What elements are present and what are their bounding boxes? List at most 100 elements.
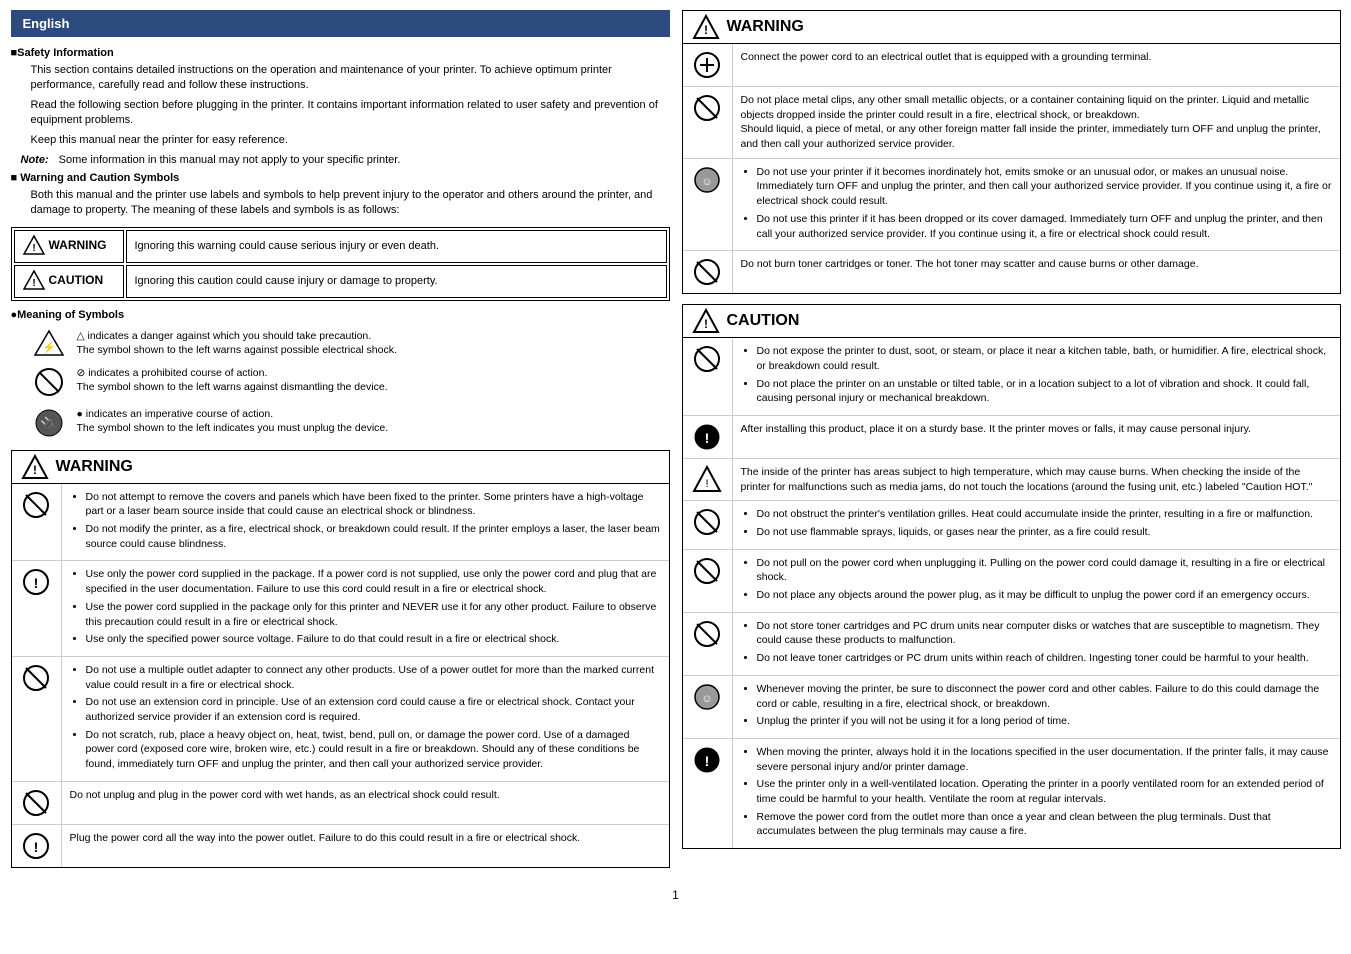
right-caution-header: ! CAUTION <box>683 305 1340 338</box>
svg-text:!: ! <box>32 243 35 254</box>
right-column: ! WARNING Connect the power cord t <box>682 10 1341 878</box>
safety-p3: Keep this manual near the printer for ea… <box>31 133 670 148</box>
warning-caution-title: ■ Warning and Caution Symbols <box>11 172 670 184</box>
meaning-text1-circle: ⊘ indicates a prohibited course of actio… <box>77 366 670 381</box>
svg-text:!: ! <box>705 478 708 490</box>
right-caution-box: ! CAUTION Do not expose the printe <box>682 304 1341 849</box>
svg-text:!: ! <box>34 575 39 591</box>
meaning-text1-filled: ● indicates an imperative course of acti… <box>77 407 670 422</box>
right-warn-text-0: Connect the power cord to an electrical … <box>733 44 1340 86</box>
left-warning-box-header: ! WARNING <box>12 451 669 484</box>
caution-face-icon-6: ☺ <box>692 682 722 712</box>
caution-item-3-0: Do not obstruct the printer's ventilatio… <box>757 507 1332 522</box>
caution-row-0: Do not expose the printer to dust, soot,… <box>683 338 1340 416</box>
caution-item-7-1: Use the printer only in a well-ventilate… <box>757 777 1332 806</box>
warn-excl-icon-4: ! <box>21 831 51 861</box>
right-warning-box-body: Connect the power cord to an electrical … <box>683 44 1340 293</box>
warn-text-4: Plug the power cord all the way into the… <box>62 825 669 867</box>
meaning-text-triangle: △ indicates a danger against which you s… <box>77 329 670 358</box>
right-warn-icon-3 <box>683 251 733 293</box>
caution-icon-2: ! <box>683 459 733 500</box>
page-container: English ■Safety Information This section… <box>11 10 1341 878</box>
svg-text:☺: ☺ <box>701 176 712 188</box>
triangle-warning-icon: ! <box>23 235 45 255</box>
caution-item-4-1: Do not place any objects around the powe… <box>757 588 1332 603</box>
warning-header-icon: ! <box>22 455 48 479</box>
right-circle-slash-icon-1 <box>692 93 722 123</box>
caution-excl-black-7: ! <box>692 745 722 775</box>
symbols-table: ! WARNING Ignoring this warning could ca… <box>11 227 670 301</box>
right-warn-text-1: Do not place metal clips, any other smal… <box>733 87 1340 158</box>
warn-circle-slash-icon-3 <box>21 788 51 818</box>
filled-circle-meaning-icon: 🔌 <box>31 407 67 442</box>
meaning-section: ⚡ △ indicates a danger against which you… <box>11 329 670 442</box>
warn-item-1-1: Use the power cord supplied in the packa… <box>86 600 661 629</box>
warn-icon-0 <box>12 484 62 561</box>
english-title: English <box>23 16 70 31</box>
caution-list-6: Whenever moving the printer, be sure to … <box>741 682 1332 729</box>
right-warn-row-0: Connect the power cord to an electrical … <box>683 44 1340 87</box>
caution-item-4-0: Do not pull on the power cord when unplu… <box>757 556 1332 585</box>
caution-row-4: Do not pull on the power cord when unplu… <box>683 550 1340 613</box>
caution-text-7: When moving the printer, always hold it … <box>733 739 1340 848</box>
caution-row-6: ☺ Whenever moving the printer, be sure t… <box>683 676 1340 739</box>
caution-icon-3 <box>683 501 733 548</box>
warn-icon-4: ! <box>12 825 62 867</box>
caution-text-4: Do not pull on the power cord when unplu… <box>733 550 1340 612</box>
warn-icon-3 <box>12 782 62 824</box>
right-warn-item-2-1: Do not use this printer if it has been d… <box>757 212 1332 241</box>
warning-caution-desc: Both this manual and the printer use lab… <box>11 188 670 219</box>
note-label: Note: <box>21 154 49 166</box>
svg-text:!: ! <box>705 753 710 769</box>
meaning-row-triangle: ⚡ △ indicates a danger against which you… <box>31 329 670 360</box>
warn-text-1: Use only the power cord supplied in the … <box>62 561 669 655</box>
warn-circle-slash-icon-0 <box>21 490 51 520</box>
caution-text-5: Do not store toner cartridges and PC dru… <box>733 613 1340 675</box>
caution-list-4: Do not pull on the power cord when unplu… <box>741 556 1332 603</box>
right-warn-row-2: ☺ Do not use your printer if it becomes … <box>683 159 1340 251</box>
caution-item-3-1: Do not use flammable sprays, liquids, or… <box>757 525 1332 540</box>
caution-text-cell: Ignoring this caution could cause injury… <box>126 265 667 298</box>
triangle-caution-icon: ! <box>23 270 45 290</box>
warn-item-1-0: Use only the power cord supplied in the … <box>86 567 661 596</box>
caution-icon-0 <box>683 338 733 415</box>
caution-symbol-icon: ! CAUTION <box>23 270 104 290</box>
meaning-text2-filled: The symbol shown to the left indicates y… <box>77 421 670 436</box>
caution-text-1: After installing this product, place it … <box>733 416 1340 458</box>
caution-text-6: Whenever moving the printer, be sure to … <box>733 676 1340 738</box>
caution-list-5: Do not store toner cartridges and PC dru… <box>741 619 1332 666</box>
grounding-icon <box>692 50 722 80</box>
right-warning-header: ! WARNING <box>683 11 1340 44</box>
caution-list-0: Do not expose the printer to dust, soot,… <box>741 344 1332 406</box>
meaning-text-filled: ● indicates an imperative course of acti… <box>77 407 670 436</box>
triangle-meaning-icon: ⚡ <box>31 329 67 360</box>
right-warn-icon-0 <box>683 44 733 86</box>
meaning-text-circle: ⊘ indicates a prohibited course of actio… <box>77 366 670 395</box>
svg-text:☺: ☺ <box>701 693 712 705</box>
warn-item-0-0: Do not attempt to remove the covers and … <box>86 490 661 519</box>
caution-row-5: Do not store toner cartridges and PC dru… <box>683 613 1340 676</box>
english-header: English <box>11 10 670 37</box>
caution-circle-slash-5 <box>692 619 722 649</box>
warn-list-1: Use only the power cord supplied in the … <box>70 567 661 646</box>
caution-item-7-0: When moving the printer, always hold it … <box>757 745 1332 774</box>
note-text: Some information in this manual may not … <box>59 154 401 166</box>
circle-slash-svg-icon <box>33 366 65 398</box>
warn-text-0: Do not attempt to remove the covers and … <box>62 484 669 561</box>
warn-row-4: ! Plug the power cord all the way into t… <box>12 825 669 867</box>
left-warning-title: WARNING <box>56 458 133 476</box>
safety-info: This section contains detailed instructi… <box>11 63 670 148</box>
right-face-icon-2: ☺ <box>692 165 722 195</box>
svg-text:🔌: 🔌 <box>40 416 57 433</box>
warning-row: ! WARNING Ignoring this warning could ca… <box>14 230 667 263</box>
warn-row-0: Do not attempt to remove the covers and … <box>12 484 669 562</box>
svg-text:!: ! <box>704 317 708 331</box>
caution-icon-5 <box>683 613 733 675</box>
right-warning-title: WARNING <box>727 18 804 36</box>
caution-symbol-cell: ! CAUTION <box>14 265 124 298</box>
caution-item-0-0: Do not expose the printer to dust, soot,… <box>757 344 1332 373</box>
warn-item-2-1: Do not use an extension cord in principl… <box>86 695 661 724</box>
meaning-text2-circle: The symbol shown to the left warns again… <box>77 380 670 395</box>
caution-header-icon: ! <box>693 309 719 333</box>
meaning-title: ●Meaning of Symbols <box>11 309 670 321</box>
